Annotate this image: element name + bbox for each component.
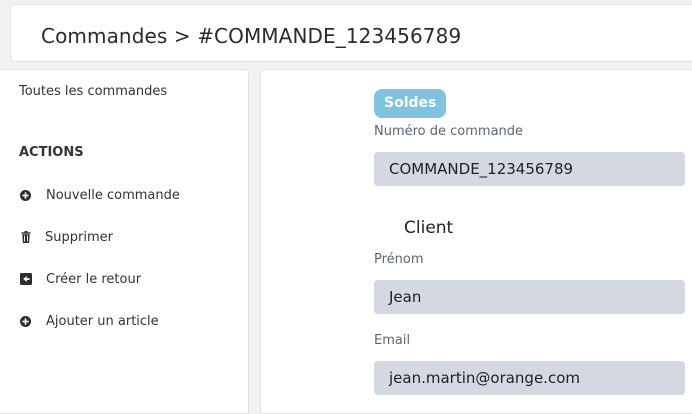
new-order-label: Nouvelle commande (46, 187, 180, 203)
order-number-field[interactable]: COMMANDE_123456789 (374, 152, 685, 186)
all-orders-link[interactable]: Toutes les commandes (19, 84, 167, 99)
email-label: Email (374, 333, 411, 348)
delete-action[interactable]: Supprimer (19, 228, 113, 246)
new-order-action[interactable]: Nouvelle commande (19, 186, 180, 204)
order-number-label: Numéro de commande (374, 124, 524, 139)
add-item-action[interactable]: Ajouter un article (19, 312, 159, 330)
breadcrumb: Commandes > #COMMANDE_123456789 (41, 24, 462, 48)
first-name-label: Prénom (374, 252, 424, 267)
actions-heading: ACTIONS (19, 145, 84, 160)
create-return-label: Créer le retour (46, 271, 142, 287)
trash-icon (19, 231, 32, 244)
page-header: Commandes > #COMMANDE_123456789 (10, 4, 692, 62)
status-badge: Soldes (374, 89, 447, 118)
email-field[interactable]: jean.martin@orange.com (374, 361, 685, 395)
delete-label: Supprimer (45, 229, 113, 245)
return-arrow-icon (19, 273, 32, 286)
first-name-field[interactable]: Jean (374, 280, 685, 314)
client-section-title: Client (404, 218, 454, 238)
order-detail-panel: Soldes Numéro de commande COMMANDE_12345… (260, 69, 692, 414)
create-return-action[interactable]: Créer le retour (19, 270, 141, 288)
add-item-label: Ajouter un article (46, 313, 159, 329)
plus-circle-icon (19, 315, 32, 328)
sidebar: Toutes les commandes ACTIONS Nouvelle co… (0, 69, 249, 414)
plus-circle-icon (19, 189, 32, 202)
